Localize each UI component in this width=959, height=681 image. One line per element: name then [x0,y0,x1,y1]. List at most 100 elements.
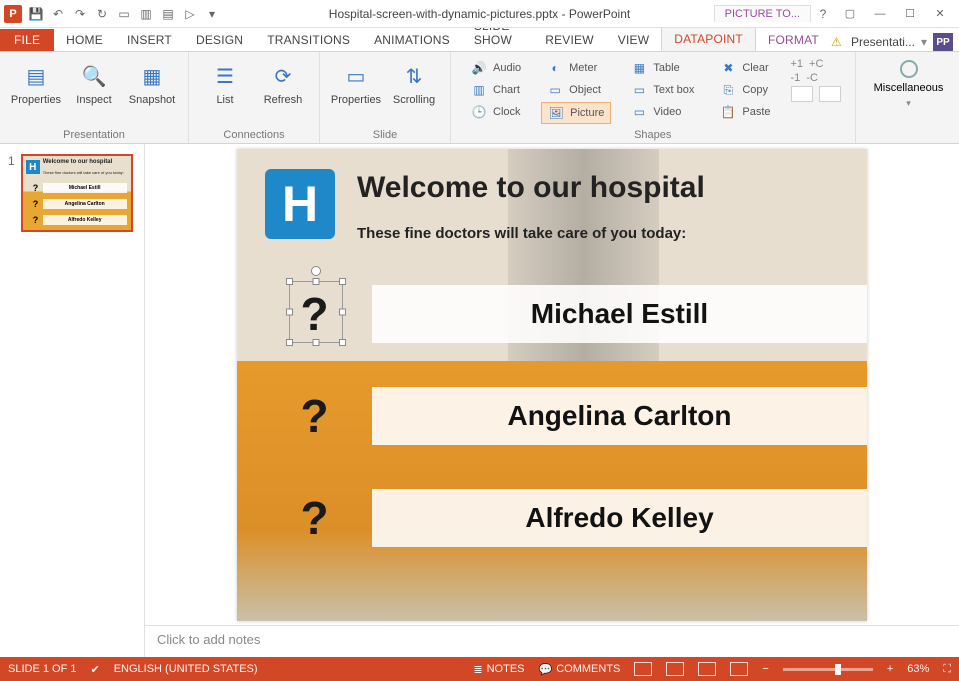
audio-button[interactable]: 🔊Audio [465,58,527,78]
comments-toggle[interactable]: 💬COMMENTS [539,663,621,676]
copy-icon: ⎘ [720,82,736,98]
object-icon: ▭ [547,82,563,98]
picture-placeholder-2[interactable]: ? [287,389,342,443]
picture-placeholder-3[interactable]: ? [287,491,342,545]
close-button[interactable]: ✕ [925,3,955,25]
spellcheck-icon[interactable]: ✔ [90,663,99,676]
quick1-icon[interactable]: ▭ [114,4,134,24]
slide-count[interactable]: SLIDE 1 OF 1 [8,663,76,675]
doctor-name-3[interactable]: Alfredo Kelley [372,489,867,547]
normal-view-icon[interactable] [634,662,652,676]
offset-box-1[interactable] [791,86,813,102]
thumb-subtitle: These fine doctors will take care of you… [43,170,124,175]
meter-button[interactable]: ◐Meter [541,58,611,78]
qat-customize-icon[interactable]: ▾ [202,4,222,24]
zoom-out-button[interactable]: − [762,663,768,675]
tab-animations[interactable]: ANIMATIONS [362,29,462,51]
offset-box-2[interactable] [819,86,841,102]
save-icon[interactable]: 💾 [26,4,46,24]
refresh-button[interactable]: ⟳Refresh [255,56,311,127]
slideshow-view-icon[interactable] [730,662,748,676]
slide-editor: H Welcome to our hospital These fine doc… [145,144,959,657]
slide-canvas-area[interactable]: H Welcome to our hospital These fine doc… [145,144,959,625]
tab-home[interactable]: HOME [54,29,115,51]
chart-icon: ▥ [471,82,487,98]
ribbon-display-icon[interactable]: ▢ [835,3,865,25]
tab-format[interactable]: FORMAT [756,29,831,51]
tab-insert[interactable]: INSERT [115,29,184,51]
snapshot-button[interactable]: ▦Snapshot [124,56,180,127]
notes-toggle[interactable]: ≣NOTES [473,663,524,676]
minus-c[interactable]: -C [806,72,818,84]
inspect-button[interactable]: 🔍Inspect [66,56,122,127]
video-button[interactable]: ▭Video [625,102,700,122]
resize-handle[interactable] [286,278,293,285]
table-button[interactable]: ▦Table [625,58,700,78]
copy-button[interactable]: ⎘Copy [714,80,776,100]
textbox-button[interactable]: ▭Text box [625,80,700,100]
properties-button[interactable]: ▤Properties [8,56,64,127]
offset-controls: +1 +C -1 -C [791,56,841,127]
reading-view-icon[interactable] [698,662,716,676]
slide-thumbnail-1[interactable]: H Welcome to our hospital These fine doc… [21,154,133,232]
doctor-row-3: ? Alfredo Kelley [287,483,867,553]
resize-handle[interactable] [313,278,320,285]
tab-view[interactable]: VIEW [606,29,661,51]
tab-design[interactable]: DESIGN [184,29,255,51]
plus-c[interactable]: +C [809,58,823,70]
resize-handle[interactable] [286,339,293,346]
hospital-logo-icon[interactable]: H [265,169,335,239]
tab-file[interactable]: FILE [0,29,54,51]
redo-icon[interactable]: ↷ [70,4,90,24]
language-status[interactable]: ENGLISH (UNITED STATES) [114,663,258,675]
group-shapes: 🔊Audio ▥Chart 🕒Clock ◐Meter ▭Object 🖼Pic… [451,52,856,143]
maximize-button[interactable]: ☐ [895,3,925,25]
zoom-level[interactable]: 63% [907,663,929,675]
quick2-icon[interactable]: ▥ [136,4,156,24]
undo-icon[interactable]: ↶ [48,4,68,24]
clear-icon: ✖ [720,60,736,76]
resize-handle[interactable] [339,278,346,285]
notes-pane[interactable]: Click to add notes [145,625,959,657]
object-button[interactable]: ▭Object [541,80,611,100]
doctor-name-2[interactable]: Angelina Carlton [372,387,867,445]
addin-label[interactable]: Presentati... [851,35,915,49]
doctor-name-1[interactable]: Michael Estill [372,285,867,343]
clock-button[interactable]: 🕒Clock [465,102,527,122]
paste-button[interactable]: 📋Paste [714,102,776,122]
miscellaneous-button[interactable]: Miscellaneous ▾ [864,56,954,109]
quick3-icon[interactable]: ▤ [158,4,178,24]
slide-properties-button[interactable]: ▭Properties [328,56,384,127]
resize-handle[interactable] [286,308,293,315]
tab-review[interactable]: REVIEW [533,29,606,51]
rotate-handle[interactable] [311,266,321,276]
clear-button[interactable]: ✖Clear [714,58,776,78]
help-icon[interactable]: ? [811,7,835,21]
minimize-button[interactable]: — [865,3,895,25]
resize-handle[interactable] [339,339,346,346]
tab-transitions[interactable]: TRANSITIONS [255,29,362,51]
zoom-slider[interactable] [783,668,873,671]
fit-to-window-icon[interactable]: ⛶ [943,663,951,676]
slide[interactable]: H Welcome to our hospital These fine doc… [237,149,867,621]
list-button[interactable]: ☰List [197,56,253,127]
scrolling-button[interactable]: ⇅Scrolling [386,56,442,127]
group-connections: ☰List ⟳Refresh Connections [189,52,320,143]
slide-subtitle[interactable]: These fine doctors will take care of you… [357,225,686,242]
thumb-h-logo: H [26,160,40,174]
selection-handles[interactable] [289,281,343,343]
minus-one[interactable]: -1 [791,72,801,84]
repeat-icon[interactable]: ↻ [92,4,112,24]
chart-button[interactable]: ▥Chart [465,80,527,100]
tab-datapoint[interactable]: DATAPOINT [661,27,756,51]
resize-handle[interactable] [313,339,320,346]
picture-button[interactable]: 🖼Picture [541,102,611,124]
pp-badge[interactable]: PP [933,33,953,51]
plus-one[interactable]: +1 [791,58,804,70]
zoom-in-button[interactable]: + [887,663,893,675]
sorter-view-icon[interactable] [666,662,684,676]
resize-handle[interactable] [339,308,346,315]
start-slideshow-icon[interactable]: ▷ [180,4,200,24]
slide-thumbnails-panel[interactable]: 1 H Welcome to our hospital These fine d… [0,144,145,657]
slide-title[interactable]: Welcome to our hospital [357,171,705,205]
